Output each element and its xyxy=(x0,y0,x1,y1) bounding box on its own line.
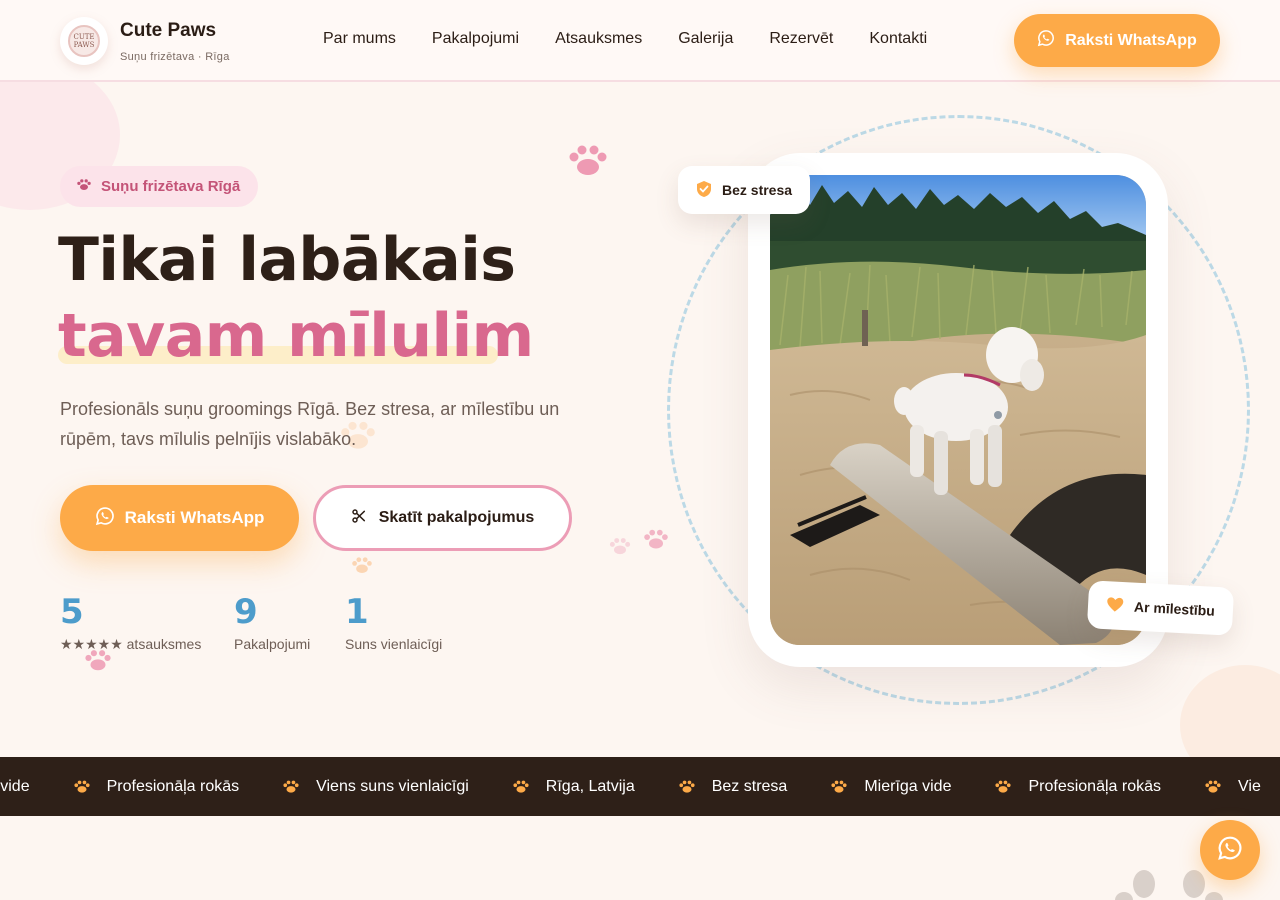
nav-item-atsauksmes[interactable]: Atsauksmes xyxy=(555,30,642,48)
nav-item-rezervet[interactable]: Rezervēt xyxy=(769,30,833,48)
marquee-item-label: Profesionāļa rokās xyxy=(106,777,240,795)
brand-name[interactable]: Cute Paws xyxy=(120,20,216,42)
marquee-item-label: Vie xyxy=(1238,777,1261,795)
hero-badge-label: Suņu frizētava Rīgā xyxy=(101,178,241,195)
floating-whatsapp-button[interactable] xyxy=(1200,820,1260,880)
whatsapp-icon xyxy=(1037,29,1055,52)
badge-no-stress-label: Bez stresa xyxy=(722,182,793,198)
paw-icon xyxy=(76,178,92,195)
hero-lead: Profesionāls suņu groomings Rīgā. Bez st… xyxy=(60,399,560,449)
hero-title-accent: tavam mīlulim xyxy=(58,301,534,371)
marquee-item: Bez stresa xyxy=(678,777,788,796)
stat-value: 9 xyxy=(234,592,258,632)
whatsapp-button-hero-label: Raksti WhatsApp xyxy=(124,508,265,527)
paw-icon xyxy=(73,779,91,794)
whatsapp-button-hero[interactable]: Raksti WhatsApp xyxy=(60,485,299,551)
stat-services: 9 Pakalpojumi xyxy=(234,590,310,652)
scissors-icon xyxy=(351,508,367,529)
marquee-item: Viens suns vienlaicīgi xyxy=(282,778,469,796)
hero-dog-photo xyxy=(770,175,1146,645)
view-services-button[interactable]: Skatīt pakalpojumus xyxy=(313,485,572,551)
stat-label: Pakalpojumi xyxy=(234,636,311,652)
paw-icon xyxy=(1204,779,1222,794)
badge-with-love-label: Ar mīlestību xyxy=(1133,598,1216,619)
whatsapp-button-header[interactable]: Raksti WhatsApp xyxy=(1014,14,1220,67)
nav-item-kontakti[interactable]: Kontakti xyxy=(869,30,927,48)
main-nav: Par mums Pakalpojumi Atsauksmes Galerija… xyxy=(323,30,963,48)
paw-icon xyxy=(512,779,530,794)
nav-item-galerija[interactable]: Galerija xyxy=(678,30,733,48)
marquee-item-label: Profesionāļa rokās xyxy=(1028,777,1161,795)
whatsapp-button-label: Raksti WhatsApp xyxy=(1065,31,1197,49)
logo-text-top: CUTE xyxy=(73,33,95,41)
paw-icon xyxy=(994,779,1012,794)
marquee-item: ga vide xyxy=(0,778,30,796)
shield-icon xyxy=(696,180,712,201)
heart-icon xyxy=(1106,596,1125,616)
marquee-item: Rīga, Latvija xyxy=(512,778,635,796)
paw-icon xyxy=(830,779,848,794)
paw-decor-icon xyxy=(644,529,668,549)
hero-title: Tikai labākais xyxy=(58,225,516,295)
whatsapp-icon xyxy=(95,506,115,531)
paw-decor-icon xyxy=(609,538,631,555)
marquee-item: Mierīga vide xyxy=(830,778,951,796)
paw-decor-icon xyxy=(569,145,607,175)
site-header: CUTE PAWS Cute Paws Suņu frizētava · Rīg… xyxy=(0,0,1280,82)
marquee-item-label: Mierīga vide xyxy=(864,777,952,795)
nav-item-par-mums[interactable]: Par mums xyxy=(323,30,396,48)
hero-title-accent-wrap: tavam mīlulim xyxy=(58,298,534,374)
stat-label: Suns vienlaicīgi xyxy=(345,636,443,652)
marquee-item: Vie xyxy=(1204,778,1261,796)
logo-badge: CUTE PAWS xyxy=(68,25,100,57)
logo-text-bottom: PAWS xyxy=(73,41,95,49)
stat-label: ★★★★★ atsauksmes xyxy=(60,636,202,652)
marquee-item-label: Rīga, Latvija xyxy=(545,777,635,795)
brand-subtitle: Suņu frizētava · Rīga xyxy=(120,51,230,63)
stat-reviews: 5 ★★★★★ atsauksmes xyxy=(60,590,201,653)
marquee-item-label: Viens suns vienlaicīgi xyxy=(316,777,469,795)
view-services-label: Skatīt pakalpojumus xyxy=(378,509,535,526)
whatsapp-icon xyxy=(1217,835,1243,865)
stat-one-dog: 1 Suns vienlaicīgi xyxy=(345,590,442,652)
marquee-item: Profesionāļa rokās xyxy=(994,778,1161,796)
hero-badge: Suņu frizētava Rīgā xyxy=(60,166,259,207)
feature-marquee: ga vide Profesionāļa rokās Viens suns vi… xyxy=(0,757,1280,816)
marquee-item-label: Bez stresa xyxy=(711,777,788,795)
stat-value: 5 xyxy=(60,592,84,632)
nav-item-pakalpojumi[interactable]: Pakalpojumi xyxy=(432,30,519,48)
marquee-item-label: ga vide xyxy=(0,777,30,795)
paw-icon xyxy=(678,779,696,794)
badge-with-love: Ar mīlestību xyxy=(1086,580,1235,636)
badge-no-stress: Bez stresa xyxy=(678,166,811,214)
marquee-item: Profesionāļa rokās xyxy=(73,777,240,796)
paw-decor-icon xyxy=(352,557,372,573)
stat-value: 1 xyxy=(345,592,369,632)
logo[interactable]: CUTE PAWS xyxy=(60,17,108,65)
marquee-track: ga vide Profesionāļa rokās Viens suns vi… xyxy=(0,757,1280,816)
paw-icon xyxy=(282,779,300,794)
